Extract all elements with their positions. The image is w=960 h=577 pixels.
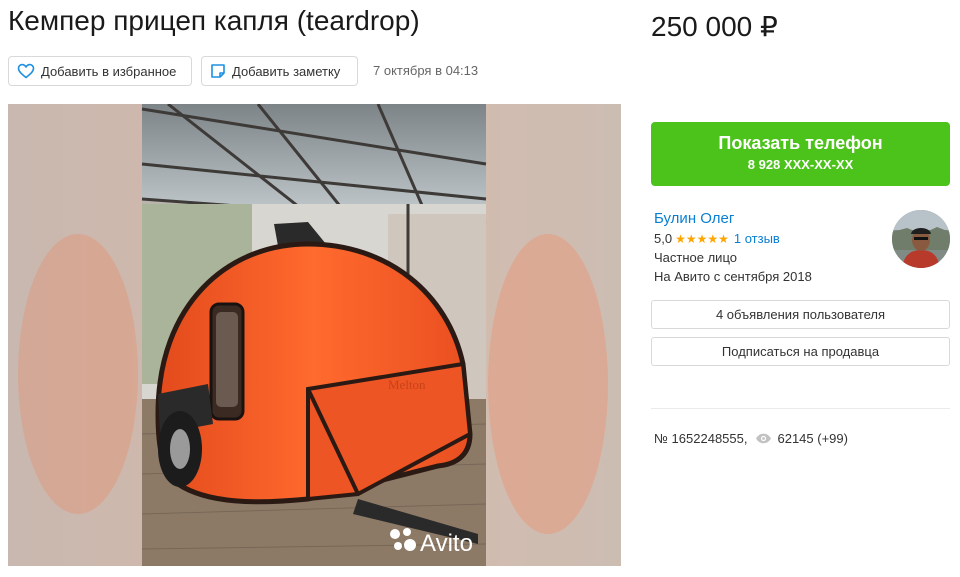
svg-text:Melton: Melton xyxy=(388,377,426,392)
add-to-favorites-label: Добавить в избранное xyxy=(41,63,177,79)
note-icon xyxy=(211,64,225,78)
photo-watermark: Avito xyxy=(420,530,473,557)
price: 250 000 ₽ xyxy=(651,11,778,42)
subscribe-seller-button[interactable]: Подписаться на продавца xyxy=(651,337,950,366)
reviews-link[interactable]: 1 отзыв xyxy=(734,231,780,246)
add-note-button[interactable]: Добавить заметку xyxy=(201,56,358,86)
listing-date: 7 октября в 04:13 xyxy=(373,63,479,78)
listing-meta: № 1652248555, 62145 (+99) xyxy=(654,431,848,446)
seller-since: На Авито с сентября 2018 xyxy=(654,269,812,284)
seller-name-link[interactable]: Булин Олег xyxy=(654,210,734,227)
listing-photo[interactable]: Melton Avito xyxy=(8,104,621,566)
show-phone-label: Показать телефон xyxy=(718,133,883,153)
seller-type: Частное лицо xyxy=(654,250,737,265)
divider xyxy=(651,408,950,409)
seller-rating: 5,0 ★★★★★ 1 отзыв xyxy=(654,231,780,246)
eye-icon xyxy=(756,433,772,444)
rating-value: 5,0 xyxy=(654,231,673,246)
seller-ads-button[interactable]: 4 объявления пользователя xyxy=(651,300,950,329)
page-title: Кемпер прицеп капля (teardrop) xyxy=(8,5,420,36)
add-to-favorites-button[interactable]: Добавить в избранное xyxy=(8,56,192,86)
heart-icon xyxy=(17,63,35,79)
add-note-label: Добавить заметку xyxy=(232,63,341,79)
masked-phone-number: 8 928 XXX-XX-XX xyxy=(747,157,854,172)
star-rating-icon: ★★★★★ xyxy=(675,231,729,246)
views-count: 62145 (+99) xyxy=(777,431,848,446)
ad-number: № 1652248555, xyxy=(654,431,748,446)
seller-avatar[interactable] xyxy=(892,210,950,268)
show-phone-button[interactable]: Показать телефон 8 928 XXX-XX-XX xyxy=(651,122,950,186)
